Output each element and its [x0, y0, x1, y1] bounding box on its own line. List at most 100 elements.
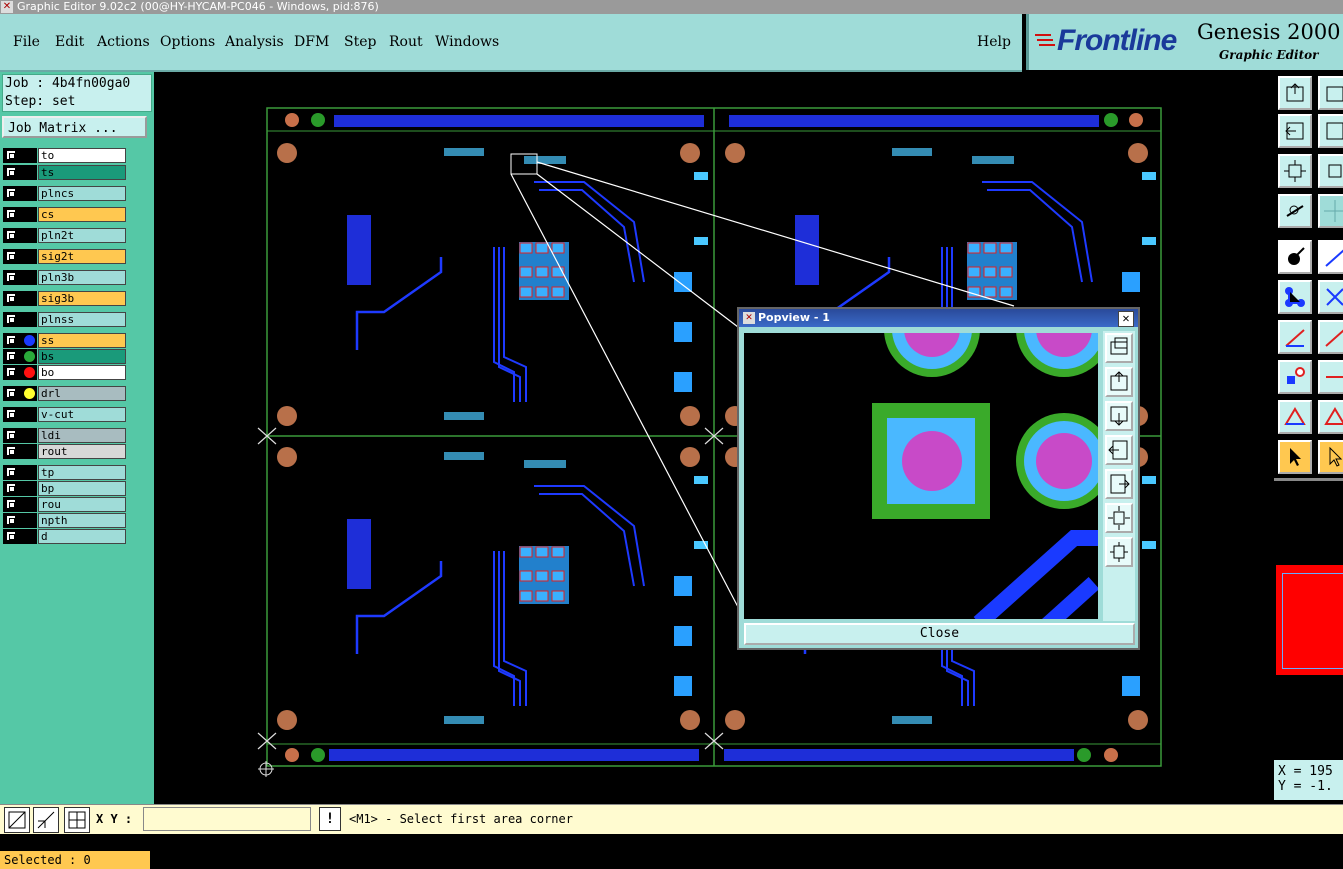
layer-checkbox[interactable] [6, 150, 16, 160]
net-button[interactable] [1278, 280, 1312, 314]
zoom-fit-button[interactable] [1278, 154, 1312, 188]
layer-row-bo[interactable]: bo [3, 365, 126, 380]
edit-line-alt-button[interactable] [1318, 320, 1343, 354]
line-icon [1325, 249, 1343, 267]
layer-row-bp[interactable]: bp [3, 481, 126, 496]
layer-checkbox[interactable] [6, 251, 16, 261]
zoom-home-button[interactable] [1318, 154, 1343, 188]
popview-zoom-in-button[interactable] [1105, 333, 1133, 363]
arrow-up-icon [1286, 83, 1304, 102]
warning-button[interactable]: ! [319, 807, 341, 831]
layer-row-cs[interactable]: cs [3, 207, 126, 222]
add-line-button[interactable] [1318, 240, 1343, 274]
zoom-fit-icon [1108, 506, 1130, 530]
menu-windows[interactable]: Windows [435, 34, 499, 50]
layer-row-v-cut[interactable]: v-cut [3, 407, 126, 422]
snap-button[interactable] [4, 807, 30, 833]
popview-pan-right-button[interactable] [1105, 469, 1133, 499]
layer-row-ss[interactable]: ss [3, 333, 126, 348]
menu-dfm[interactable]: DFM [294, 34, 329, 50]
popview-zoom-home-button[interactable] [1105, 537, 1133, 567]
layer-checkbox[interactable] [6, 188, 16, 198]
job-matrix-button[interactable]: Job Matrix ... [2, 116, 147, 138]
view-up-alt-button[interactable] [1318, 76, 1343, 110]
layer-row-d[interactable]: d [3, 529, 126, 544]
layer-checkbox[interactable] [6, 230, 16, 240]
view-right-button[interactable] [1318, 114, 1343, 148]
layer-checkbox[interactable] [6, 409, 16, 419]
layer-checkbox[interactable] [6, 167, 16, 177]
popview-close-button[interactable]: Close [744, 623, 1135, 645]
menu-help[interactable]: Help [977, 34, 1011, 50]
layer-color-dot-icon [24, 388, 35, 399]
layer-checkbox[interactable] [6, 367, 16, 377]
overview-map[interactable] [1274, 478, 1343, 759]
popview-pan-left-button[interactable] [1105, 435, 1133, 465]
layer-row-npth[interactable]: npth [3, 513, 126, 528]
layer-row-ts[interactable]: ts [3, 165, 126, 180]
layer-row-to[interactable]: to [3, 148, 126, 163]
layer-checkbox[interactable] [6, 531, 16, 541]
menu-edit[interactable]: Edit [55, 34, 84, 50]
menu-file[interactable]: File [13, 34, 40, 50]
zoom-fit-icon [1284, 160, 1306, 182]
measure-button[interactable] [1278, 194, 1312, 228]
view-left-button[interactable] [1278, 114, 1312, 148]
menu-options[interactable]: Options [160, 34, 215, 50]
layer-checkbox[interactable] [6, 483, 16, 493]
layer-row-rout[interactable]: rout [3, 444, 126, 459]
center-snap-button[interactable] [64, 807, 90, 833]
grid-snap-button[interactable] [33, 807, 59, 833]
layer-row-sig3b[interactable]: sig3b [3, 291, 126, 306]
cut-button[interactable] [1318, 280, 1343, 314]
grid-button[interactable] [1318, 194, 1343, 228]
layer-checkbox[interactable] [6, 467, 16, 477]
layer-checkbox[interactable] [6, 351, 16, 361]
layer-row-pln3b[interactable]: pln3b [3, 270, 126, 285]
layer-checkbox[interactable] [6, 335, 16, 345]
layer-checkbox[interactable] [6, 446, 16, 456]
net-nodes-icon [1285, 287, 1305, 307]
edit-line-button[interactable] [1278, 320, 1312, 354]
frontline-logo: Frontline [1057, 24, 1177, 57]
popview-pan-down-button[interactable] [1105, 401, 1133, 431]
layer-checkbox[interactable] [6, 430, 16, 440]
menu-analysis[interactable]: Analysis [225, 34, 284, 50]
layer-checkbox[interactable] [6, 314, 16, 324]
edit-line-icon [1285, 329, 1305, 347]
select-alt-button[interactable] [1318, 440, 1343, 474]
popview-zoom-fit-button[interactable] [1105, 503, 1133, 533]
polygon-alt-button[interactable] [1318, 400, 1343, 434]
layer-row-tp[interactable]: tp [3, 465, 126, 480]
layer-row-pln2t[interactable]: pln2t [3, 228, 126, 243]
menu-actions[interactable]: Actions [97, 34, 150, 50]
menu-step[interactable]: Step [344, 34, 376, 50]
layer-checkbox[interactable] [6, 388, 16, 398]
popview-pan-up-button[interactable] [1105, 367, 1133, 397]
popview-canvas[interactable] [744, 333, 1098, 619]
layer-row-sig2t[interactable]: sig2t [3, 249, 126, 264]
popview-close-icon[interactable]: ✕ [1118, 311, 1134, 327]
layer-row-rou[interactable]: rou [3, 497, 126, 512]
layer-checkbox[interactable] [6, 293, 16, 303]
layer-checkbox[interactable] [6, 499, 16, 509]
layer-color-dot-icon [24, 335, 35, 346]
layer-row-drl[interactable]: drl [3, 386, 126, 401]
add-feature-button[interactable] [1278, 240, 1312, 274]
pad-alt-button[interactable] [1318, 360, 1343, 394]
select-button[interactable] [1278, 440, 1312, 474]
arrow-icon [1326, 86, 1343, 102]
layer-name: pln3b [38, 270, 126, 285]
menu-rout[interactable]: Rout [389, 34, 423, 50]
xy-input[interactable] [143, 807, 311, 831]
layer-row-plncs[interactable]: plncs [3, 186, 126, 201]
layer-checkbox[interactable] [6, 209, 16, 219]
layer-row-plnss[interactable]: plnss [3, 312, 126, 327]
layer-row-ldi[interactable]: ldi [3, 428, 126, 443]
layer-checkbox[interactable] [6, 515, 16, 525]
polygon-button[interactable] [1278, 400, 1312, 434]
view-up-button[interactable] [1278, 76, 1312, 110]
layer-row-bs[interactable]: bs [3, 349, 126, 364]
pad-button[interactable] [1278, 360, 1312, 394]
layer-checkbox[interactable] [6, 272, 16, 282]
